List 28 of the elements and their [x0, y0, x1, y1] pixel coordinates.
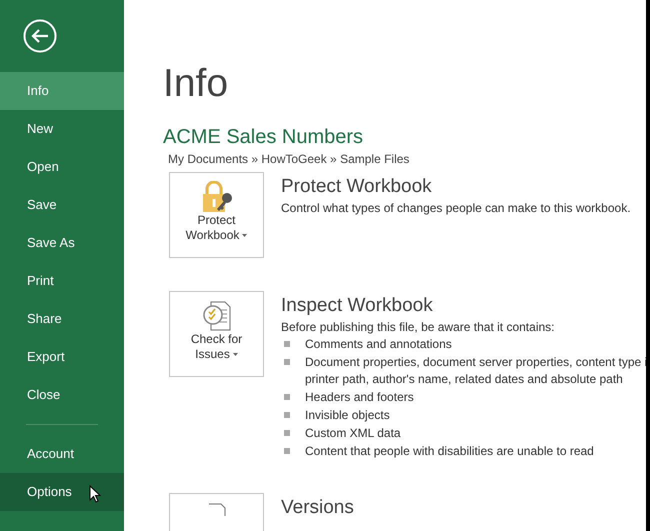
document-check-icon — [202, 300, 232, 332]
section-description: Control what types of changes people can make to this workbook. — [281, 200, 631, 216]
bullet-text: Comments and annotations — [305, 336, 452, 353]
bullet-icon — [284, 412, 290, 418]
caret-icon — [232, 353, 238, 356]
section-description: Before publishing this file, be aware that it contains: — [281, 319, 554, 335]
bullet-text: Custom XML data — [305, 425, 401, 442]
file-path: My Documents » HowToGeek » Sample Files — [168, 151, 410, 167]
bullet-text: Content that people with disabilities are unable to read — [305, 443, 594, 460]
cursor-icon — [89, 485, 101, 503]
bullet-icon — [284, 341, 290, 347]
section-button[interactable]: Check for Issues — [169, 291, 264, 377]
bullet-text: Headers and footers — [305, 389, 414, 406]
bullet-icon — [284, 430, 290, 436]
bullet-icon — [284, 448, 290, 454]
bullet-text: Invisible objects — [305, 407, 390, 424]
bullet-text: Document properties, document server properties, content type i printer path, author's name, related dates and absolute path — [305, 354, 646, 388]
file-name: ACME Sales Numbers — [163, 125, 364, 149]
page-title: Info — [163, 62, 228, 106]
nav-item[interactable]: Options — [0, 473, 124, 511]
section-heading: Protect Workbook — [281, 175, 432, 199]
bullet-icon — [284, 394, 290, 400]
section-heading: Versions — [281, 496, 354, 520]
section-button[interactable]: Protect Workbook — [169, 172, 264, 258]
section-heading: Inspect Workbook — [281, 294, 433, 318]
nav-item[interactable]: Info — [0, 72, 124, 110]
caret-icon — [242, 234, 248, 237]
bullet-icon — [284, 359, 290, 365]
